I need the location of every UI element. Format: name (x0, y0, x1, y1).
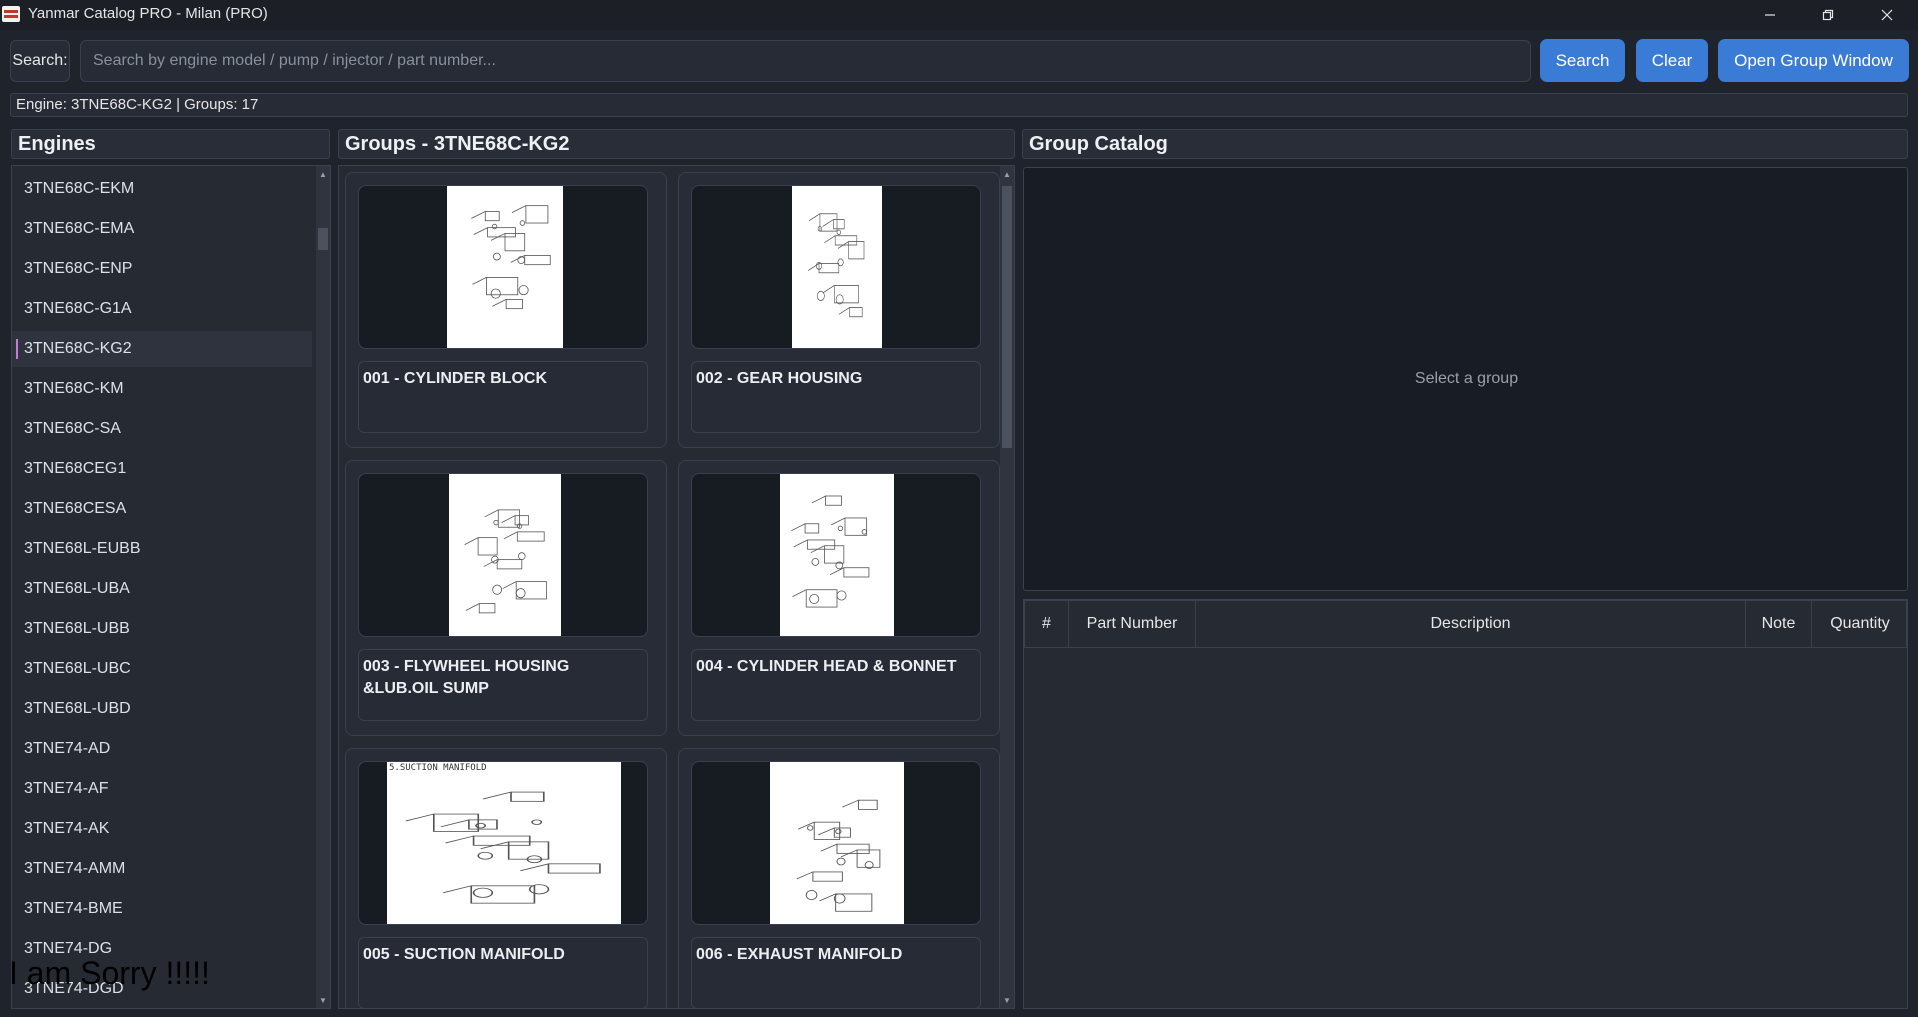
scroll-down-arrow-icon[interactable]: ▼ (317, 994, 329, 1006)
catalog-preview: Select a group (1023, 167, 1908, 591)
engine-list-item[interactable]: 3TNE68L-UBB (12, 611, 312, 647)
group-diagram-image (780, 474, 894, 636)
groups-grid: 001 - CYLINDER BLOCK 002 - GEAR HOUSING 00… (338, 165, 1015, 1009)
group-thumbnail[interactable] (358, 473, 648, 637)
group-title[interactable]: 001 - CYLINDER BLOCK (358, 361, 648, 433)
exploded-view-drawing-icon (405, 791, 601, 904)
group-thumbnail[interactable] (691, 185, 981, 349)
group-diagram-image (449, 474, 561, 636)
parts-table-header: # Part Number Description Note Quantity (1024, 600, 1907, 648)
engine-list-item[interactable]: 3TNE74-AD (12, 731, 312, 767)
group-card[interactable]: 006 - EXHAUST MANIFOLD (678, 748, 1000, 1008)
engine-list-item[interactable]: 3TNE68L-UBD (12, 691, 312, 727)
group-thumbnail[interactable] (691, 473, 981, 637)
exploded-view-drawing-icon (464, 509, 547, 614)
group-diagram-image (770, 762, 904, 924)
engine-list-item[interactable]: 3TNE68C-EKM (12, 171, 312, 207)
engine-list-item[interactable]: 3TNE68C-SA (12, 411, 312, 447)
group-card[interactable]: 004 - CYLINDER HEAD & BONNET (678, 460, 1000, 736)
search-label: Search: (10, 40, 70, 82)
exploded-view-drawing-icon (796, 799, 881, 912)
groups-scroll-thumb[interactable] (1002, 186, 1012, 448)
engine-list-item[interactable]: 3TNE68L-UBA (12, 571, 312, 607)
engine-list-item[interactable]: 3TNE74-AK (12, 811, 312, 847)
scroll-up-arrow-icon[interactable]: ▲ (317, 168, 329, 180)
engine-list-item[interactable]: 3TNE68C-KG2 (12, 331, 312, 367)
column-header-part-number[interactable]: Part Number (1069, 601, 1196, 647)
engines-scroll-thumb[interactable] (318, 228, 328, 250)
scroll-down-arrow-icon[interactable]: ▼ (1001, 994, 1013, 1006)
groups-header: Groups - 3TNE68C-KG2 (338, 129, 1015, 159)
column-header-description[interactable]: Description (1196, 601, 1746, 647)
column-header-number[interactable]: # (1025, 601, 1069, 647)
group-diagram-image (792, 186, 882, 348)
engine-list-item[interactable]: 3TNE68L-UBC (12, 651, 312, 687)
groups-scrollbar[interactable]: ▲ ▼ (1000, 166, 1014, 1008)
engine-list-item[interactable]: 3TNE68C-KM (12, 371, 312, 407)
window-title: Yanmar Catalog PRO - Milan (PRO) (28, 5, 268, 22)
engine-list-item[interactable]: 3TNE68CEG1 (12, 451, 312, 487)
diagram-caption: 5.SUCTION MANIFOLD (389, 763, 487, 773)
engine-list-item[interactable]: 3TNE74-BME (12, 891, 312, 927)
engines-list[interactable]: 3TNE68C-EKM 3TNE68C-EMA 3TNE68C-ENP 3TNE68C… (11, 165, 331, 1009)
engine-list-item[interactable]: 3TNE68C-ENP (12, 251, 312, 287)
engine-list-item[interactable]: 3TNE68C-G1A (12, 291, 312, 327)
group-diagram-image: 5.SUCTION MANIFOLD (387, 762, 621, 924)
close-icon[interactable] (1858, 0, 1916, 30)
status-bar: Engine: 3TNE68C-KG2 | Groups: 17 (10, 93, 1908, 117)
overlay-text: I am Sorry !!!!! (9, 955, 210, 991)
group-title[interactable]: 002 - GEAR HOUSING (691, 361, 981, 433)
minimize-icon[interactable] (1741, 0, 1799, 30)
group-title[interactable]: 004 - CYLINDER HEAD & BONNET (691, 649, 981, 721)
search-input[interactable] (80, 40, 1531, 82)
engine-list-item[interactable]: 3TNE74-AF (12, 771, 312, 807)
select-group-placeholder: Select a group (1414, 370, 1519, 387)
engine-list-item[interactable]: 3TNE74-AMM (12, 851, 312, 887)
column-header-note[interactable]: Note (1746, 601, 1812, 647)
group-card[interactable]: 5.SUCTION MANIFOLD 005 - SUCTION MANIFOLD (345, 748, 667, 1008)
exploded-view-drawing-icon (471, 205, 551, 310)
search-button[interactable]: Search (1540, 39, 1625, 82)
engine-list-item[interactable]: 3TNE68L-EUBB (12, 531, 312, 567)
column-header-quantity[interactable]: Quantity (1812, 601, 1907, 647)
title-bar (0, 0, 1918, 30)
group-card[interactable]: 001 - CYLINDER BLOCK (345, 172, 667, 448)
group-thumbnail[interactable]: 5.SUCTION MANIFOLD (358, 761, 648, 925)
engine-list-item[interactable]: 3TNE68CESA (12, 491, 312, 527)
engine-list-item[interactable]: 3TNE68C-EMA (12, 211, 312, 247)
group-thumbnail[interactable] (691, 761, 981, 925)
group-thumbnail[interactable] (358, 185, 648, 349)
group-card[interactable]: 002 - GEAR HOUSING (678, 172, 1000, 448)
engines-scrollbar[interactable]: ▲ ▼ (316, 166, 330, 1008)
group-card[interactable]: 003 - FLYWHEEL HOUSING &LUB.OIL SUMP (345, 460, 667, 736)
catalog-header: Group Catalog (1022, 129, 1908, 159)
scroll-up-arrow-icon[interactable]: ▲ (1001, 168, 1013, 180)
parts-table: # Part Number Description Note Quantity (1023, 599, 1908, 1009)
exploded-view-drawing-icon (791, 495, 870, 608)
open-group-window-button[interactable]: Open Group Window (1718, 39, 1909, 82)
group-title[interactable]: 005 - SUCTION MANIFOLD (358, 937, 648, 1008)
group-title[interactable]: 003 - FLYWHEEL HOUSING &LUB.OIL SUMP (358, 649, 648, 721)
restore-icon[interactable] (1799, 0, 1857, 30)
engines-header: Engines (11, 129, 330, 159)
exploded-view-drawing-icon (808, 213, 865, 318)
group-title[interactable]: 006 - EXHAUST MANIFOLD (691, 937, 981, 1008)
app-icon (2, 6, 20, 22)
group-diagram-image (447, 186, 563, 348)
clear-button[interactable]: Clear (1636, 39, 1708, 82)
